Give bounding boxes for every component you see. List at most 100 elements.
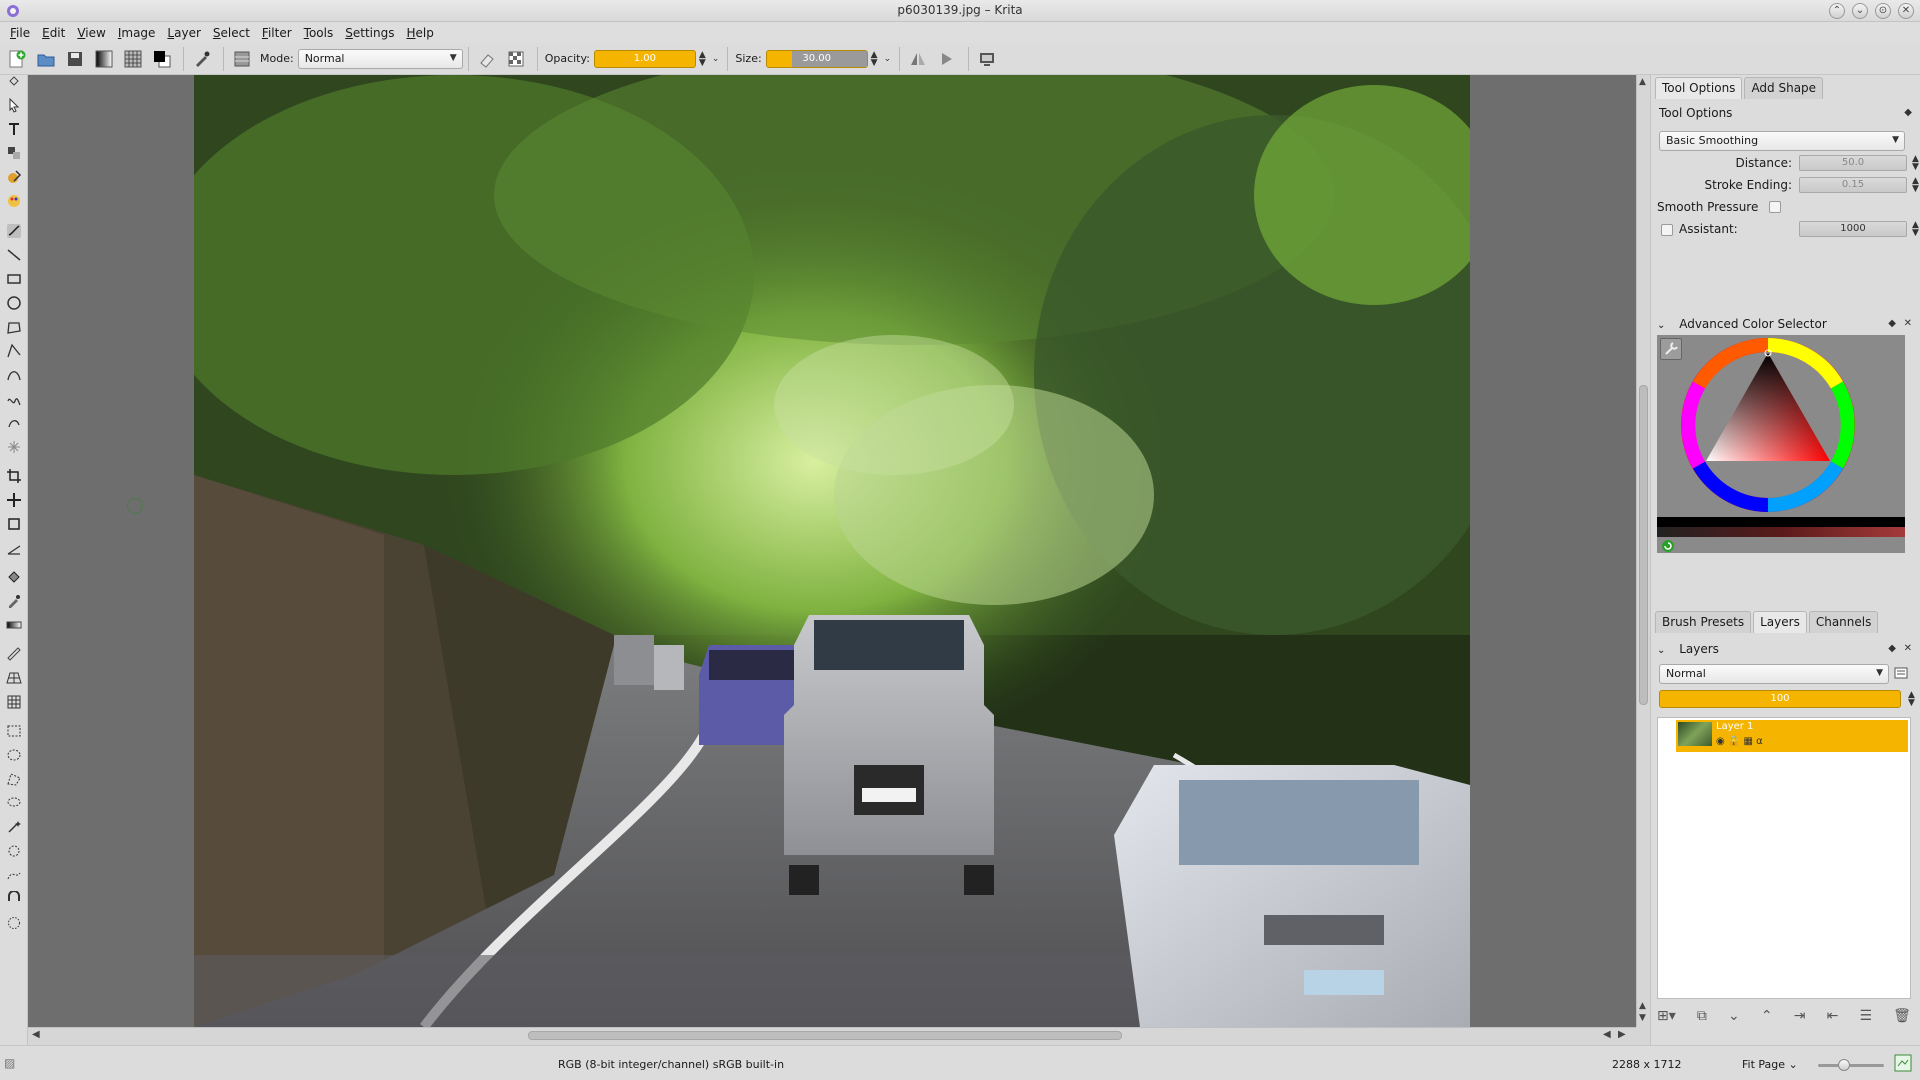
layer-item[interactable]: Layer 1 ◉ 🔒 ▦ α xyxy=(1676,720,1908,752)
erase-mode-button[interactable] xyxy=(474,46,500,72)
chevron-down-icon[interactable]: ⌄ xyxy=(712,54,720,63)
blend-mode-select[interactable]: Normal ▼ xyxy=(297,48,463,69)
tool-polygon-select[interactable] xyxy=(6,771,22,787)
canvas-vertical-scrollbar[interactable]: ▲ ▲ ▼ xyxy=(1636,75,1650,1027)
toolbox-menu-button[interactable] xyxy=(6,73,22,89)
menu-filter[interactable]: Filter xyxy=(256,26,298,40)
assistant-spin-icon[interactable]: ▲ ▼ xyxy=(1912,221,1919,238)
tool-dynamic-brush[interactable] xyxy=(6,415,22,431)
shade-strip-dark[interactable] xyxy=(1657,517,1905,527)
scroll-right-icon[interactable]: ▶ xyxy=(1618,1029,1626,1040)
menu-help[interactable]: Help xyxy=(400,26,439,40)
tool-polygon[interactable] xyxy=(6,319,22,335)
tool-measure[interactable] xyxy=(6,540,22,556)
zoom-select[interactable]: Fit Page ⌄ xyxy=(1742,1058,1798,1071)
zoom-slider-knob[interactable] xyxy=(1838,1059,1850,1071)
outdent-layer-icon[interactable]: ⇤ xyxy=(1827,1008,1839,1024)
window-shade-button[interactable]: ⌃ xyxy=(1829,3,1845,19)
brush-preset-button[interactable] xyxy=(189,46,215,72)
assistant-slider[interactable]: 1000 xyxy=(1799,221,1907,237)
tool-gradient-edit[interactable] xyxy=(6,193,22,209)
tool-polyline[interactable] xyxy=(6,343,22,359)
tool-bezier-select[interactable] xyxy=(6,915,22,931)
tool-grid[interactable] xyxy=(6,694,22,710)
layer-opacity-slider[interactable]: 100 xyxy=(1659,690,1901,708)
indent-layer-icon[interactable]: ⇥ xyxy=(1794,1008,1806,1024)
tool-magnetic-select[interactable] xyxy=(6,890,22,907)
tool-bezier[interactable] xyxy=(6,367,22,383)
close-icon[interactable]: ✕ xyxy=(1904,314,1912,334)
scroll-left-icon[interactable]: ◀ xyxy=(1603,1029,1611,1040)
layer-properties-icon[interactable] xyxy=(1894,666,1908,680)
tool-ellipse[interactable] xyxy=(6,295,22,311)
tool-edit-shapes[interactable] xyxy=(6,145,22,161)
view-mode-icon[interactable] xyxy=(1894,1054,1912,1072)
canvas-image[interactable] xyxy=(194,75,1470,1027)
fg-bg-color-button[interactable] xyxy=(149,46,175,72)
horizontal-scroll-thumb[interactable] xyxy=(528,1031,1122,1040)
preserve-alpha-button[interactable] xyxy=(503,46,529,72)
tab-layers[interactable]: Layers xyxy=(1753,611,1807,633)
menu-settings[interactable]: Settings xyxy=(339,26,400,40)
window-close-button[interactable]: ✕ xyxy=(1898,3,1914,19)
color-wheel[interactable] xyxy=(1669,337,1895,513)
menu-image[interactable]: Image xyxy=(112,26,162,40)
open-document-button[interactable] xyxy=(33,46,59,72)
smooth-pressure-checkbox[interactable] xyxy=(1769,201,1781,213)
distance-spin-icon[interactable]: ▲ ▼ xyxy=(1912,155,1919,172)
size-slider[interactable]: 30.00 xyxy=(765,49,868,68)
tool-rectangle[interactable] xyxy=(6,271,22,287)
menu-view[interactable]: View xyxy=(71,26,111,40)
tool-line[interactable] xyxy=(6,247,22,263)
tool-ellipse-select[interactable] xyxy=(6,747,22,763)
menu-file[interactable]: File xyxy=(4,26,36,40)
size-spin-icon[interactable]: ▲ ▼ xyxy=(871,50,878,67)
layer-settings-icon[interactable]: ☰ xyxy=(1859,1008,1872,1024)
layer-opacity-spin-icon[interactable]: ▲ ▼ xyxy=(1908,691,1915,708)
distance-slider[interactable]: 50.0 xyxy=(1799,155,1907,171)
move-layer-down-icon[interactable]: ⌄ xyxy=(1728,1008,1740,1024)
scroll-up-icon[interactable]: ▲ xyxy=(1639,77,1646,87)
tool-calligraphy[interactable] xyxy=(6,169,22,185)
menu-edit[interactable]: Edit xyxy=(36,26,71,40)
layer-name[interactable]: Layer 1 xyxy=(1716,721,1753,732)
mirror-horizontal-button[interactable] xyxy=(905,46,931,72)
stroke-ending-slider[interactable]: 0.15 xyxy=(1799,177,1907,193)
stroke-ending-spin-icon[interactable]: ▲ ▼ xyxy=(1912,177,1919,194)
shade-strip-red[interactable] xyxy=(1657,527,1905,537)
duplicate-layer-icon[interactable]: ⧉ xyxy=(1697,1008,1707,1024)
opacity-slider[interactable]: 1.00 xyxy=(593,49,696,68)
tool-freehand-select[interactable] xyxy=(6,795,22,811)
assistant-checkbox[interactable] xyxy=(1661,224,1673,236)
color-selector-area[interactable] xyxy=(1657,335,1905,553)
chevron-down-icon[interactable]: ⌄ xyxy=(884,54,892,63)
add-layer-icon[interactable]: ⊞▾ xyxy=(1657,1008,1676,1024)
layer-blend-mode-select[interactable]: Normal ▼ xyxy=(1659,664,1889,684)
tool-rect-select[interactable] xyxy=(6,723,22,739)
menu-tools[interactable]: Tools xyxy=(298,26,340,40)
tool-similar-select[interactable] xyxy=(6,843,22,859)
canvas-area[interactable] xyxy=(28,75,1636,1027)
menu-layer[interactable]: Layer xyxy=(161,26,206,40)
tool-multibrush[interactable] xyxy=(6,439,22,455)
delete-layer-icon[interactable]: 🗑 xyxy=(1893,1008,1911,1024)
smoothing-select[interactable]: Basic Smoothing ▼ xyxy=(1659,131,1905,151)
refresh-icon[interactable] xyxy=(1661,539,1675,553)
menu-select[interactable]: Select xyxy=(207,26,256,40)
vertical-scroll-thumb[interactable] xyxy=(1639,385,1648,705)
scroll-up-icon[interactable]: ▲ xyxy=(1639,1001,1646,1011)
collapse-icon[interactable]: ⌄ xyxy=(1657,645,1665,656)
float-panel-icon[interactable]: ◆ xyxy=(1888,314,1896,334)
collapse-icon[interactable]: ⌄ xyxy=(1657,320,1665,331)
workspace-button[interactable] xyxy=(974,46,1000,72)
tool-color-picker[interactable] xyxy=(6,593,22,609)
canvas-horizontal-scrollbar[interactable]: ◀ ◀ ▶ xyxy=(28,1027,1636,1043)
opacity-spin-icon[interactable]: ▲ ▼ xyxy=(699,50,706,67)
zoom-slider[interactable] xyxy=(1818,1059,1884,1071)
tool-transform[interactable] xyxy=(6,516,22,532)
tab-channels[interactable]: Channels xyxy=(1808,611,1879,633)
tool-freehand-path[interactable] xyxy=(6,391,22,407)
scroll-down-icon[interactable]: ▼ xyxy=(1639,1013,1646,1023)
tool-path-select[interactable] xyxy=(6,867,22,883)
save-document-button[interactable] xyxy=(62,46,88,72)
